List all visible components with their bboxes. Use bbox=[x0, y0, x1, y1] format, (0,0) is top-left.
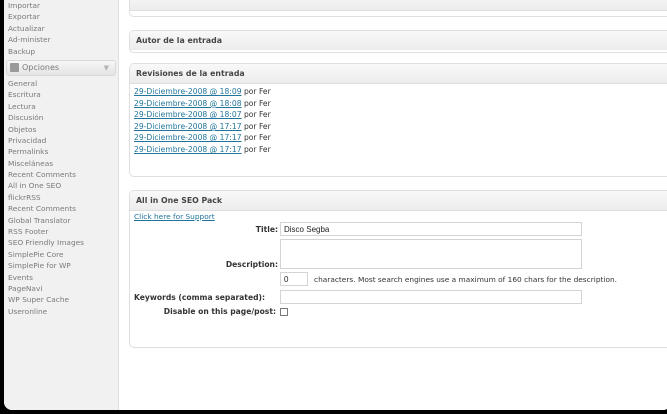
sidebar-item-objetos[interactable]: Objetos bbox=[4, 124, 118, 135]
sidebar-item-events[interactable]: Events bbox=[4, 272, 118, 283]
sidebar-item-lectura[interactable]: Lectura bbox=[4, 101, 118, 112]
author-box: Autor de la entrada bbox=[129, 30, 667, 53]
sidebar-item-discusion[interactable]: Discusión bbox=[4, 112, 118, 123]
disable-checkbox[interactable] bbox=[280, 308, 288, 316]
char-count-input[interactable] bbox=[280, 272, 308, 286]
sidebar-item-rss-footer[interactable]: RSS Footer bbox=[4, 226, 118, 237]
sidebar-item-backup[interactable]: Backup bbox=[4, 46, 118, 57]
sidebar-item-general[interactable]: General bbox=[4, 78, 118, 89]
char-count-hint: characters. Most search engines use a ma… bbox=[314, 275, 618, 284]
seo-pack-box: All in One SEO Pack Click here for Suppo… bbox=[129, 190, 667, 348]
sidebar-item-permalinks[interactable]: Permalinks bbox=[4, 146, 118, 157]
sidebar-item-seo-friendly-images[interactable]: SEO Friendly Images bbox=[4, 237, 118, 248]
sidebar-item-recent-comments[interactable]: Recent Comments bbox=[4, 169, 118, 180]
description-label: Description: bbox=[225, 260, 278, 269]
sidebar-group-opciones[interactable]: Opciones ▼ bbox=[6, 59, 116, 76]
revision-author: por Fer bbox=[243, 133, 271, 143]
sidebar-item-all-in-one-seo[interactable]: All in One SEO bbox=[4, 180, 118, 191]
sidebar-item-miscelaneas[interactable]: Misceláneas bbox=[4, 158, 118, 169]
seo-pack-header[interactable]: All in One SEO Pack bbox=[130, 191, 667, 211]
revision-link[interactable]: 29-Diciembre-2008 @ 17:17 bbox=[134, 133, 242, 142]
sidebar-item-ad-minister[interactable]: Ad-minister bbox=[4, 34, 118, 45]
sidebar-item-simplepie-for-wp[interactable]: SimplePie for WP bbox=[4, 260, 118, 271]
revision-row: 29-Diciembre-2008 @ 18:08 por Fer bbox=[130, 98, 667, 110]
sidebar-items-top: Importar Exportar Actualizar Ad-minister… bbox=[4, 0, 118, 57]
wordpress-editor-window: Importar Exportar Actualizar Ad-minister… bbox=[4, 0, 667, 410]
revision-author: por Fer bbox=[243, 144, 271, 154]
discussion-box: Discusión bbox=[129, 0, 667, 17]
sidebar-item-global-translator[interactable]: Global Translator bbox=[4, 215, 118, 226]
revision-author: por Fer bbox=[243, 121, 271, 131]
keywords-label: Keywords (comma separated): bbox=[134, 293, 266, 302]
revision-author: por Fer bbox=[243, 98, 271, 108]
title-label: Title: bbox=[255, 225, 278, 234]
settings-icon bbox=[10, 62, 19, 72]
revision-author: por Fer bbox=[243, 110, 271, 120]
revision-row: 29-Diciembre-2008 @ 17:17 por Fer bbox=[130, 144, 667, 156]
sidebar-item-recent-comments-2[interactable]: Recent Comments bbox=[4, 203, 118, 214]
sidebar-item-escritura[interactable]: Escritura bbox=[4, 89, 118, 100]
sidebar-item-useronline[interactable]: Useronline bbox=[4, 306, 118, 317]
sidebar-item-pagenavi[interactable]: PageNavi bbox=[4, 283, 118, 294]
revision-row: 29-Diciembre-2008 @ 18:07 por Fer bbox=[130, 109, 667, 121]
revision-link[interactable]: 29-Diciembre-2008 @ 17:17 bbox=[134, 145, 242, 154]
sidebar-item-flickrrss[interactable]: flickrRSS bbox=[4, 192, 118, 203]
revision-author: por Fer bbox=[243, 87, 271, 96]
sidebar-item-wp-super-cache[interactable]: WP Super Cache bbox=[4, 294, 118, 305]
sidebar-item-simplepie-core[interactable]: SimplePie Core bbox=[4, 249, 118, 260]
description-textarea[interactable] bbox=[280, 239, 582, 269]
revisions-box-header[interactable]: Revisiones de la entrada bbox=[130, 64, 667, 84]
title-input[interactable] bbox=[280, 222, 582, 236]
discussion-box-header[interactable]: Discusión bbox=[130, 0, 667, 11]
keywords-input[interactable] bbox=[280, 290, 582, 304]
revisions-box: Revisiones de la entrada 29-Diciembre-20… bbox=[129, 63, 667, 177]
chevron-down-icon[interactable]: ▼ bbox=[104, 61, 109, 75]
author-box-header[interactable]: Autor de la entrada bbox=[130, 31, 667, 50]
sidebar-group-label: Opciones bbox=[22, 62, 60, 72]
sidebar-item-exportar[interactable]: Exportar bbox=[4, 11, 118, 22]
support-link[interactable]: Click here for Support bbox=[134, 212, 215, 221]
editor-main: Discusión Autor de la entrada Revisiones… bbox=[119, 0, 667, 410]
disable-label: Disable on this page/post: bbox=[163, 307, 276, 316]
revision-row: 29-Diciembre-2008 @ 18:09 por Fer bbox=[130, 86, 667, 98]
admin-sidebar: Importar Exportar Actualizar Ad-minister… bbox=[4, 0, 119, 410]
revision-row: 29-Diciembre-2008 @ 17:17 por Fer bbox=[130, 121, 667, 133]
revision-link[interactable]: 29-Diciembre-2008 @ 18:08 bbox=[134, 99, 242, 108]
revision-link[interactable]: 29-Diciembre-2008 @ 18:07 bbox=[134, 110, 242, 119]
revision-link[interactable]: 29-Diciembre-2008 @ 17:17 bbox=[134, 122, 242, 131]
sidebar-item-actualizar[interactable]: Actualizar bbox=[4, 23, 118, 34]
sidebar-item-privacidad[interactable]: Privacidad bbox=[4, 135, 118, 146]
sidebar-items-bottom: General Escritura Lectura Discusión Obje… bbox=[4, 78, 118, 317]
sidebar-item-importar[interactable]: Importar bbox=[4, 0, 118, 11]
revisions-list: 29-Diciembre-2008 @ 18:09 por Fer 29-Dic… bbox=[130, 84, 667, 156]
revision-link[interactable]: 29-Diciembre-2008 @ 18:09 bbox=[134, 87, 242, 96]
revision-row: 29-Diciembre-2008 @ 17:17 por Fer bbox=[130, 132, 667, 144]
